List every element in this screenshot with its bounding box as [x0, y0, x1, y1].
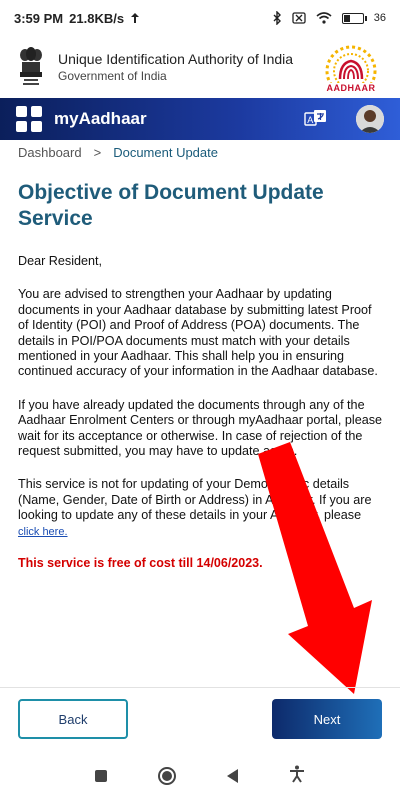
- wifi-icon: [316, 12, 332, 24]
- footer-divider: [0, 687, 400, 688]
- avatar[interactable]: [356, 105, 384, 133]
- org-name: Unique Identification Authority of India: [58, 51, 294, 67]
- recent-apps-icon[interactable]: [95, 770, 108, 782]
- org-subtitle: Government of India: [58, 69, 167, 83]
- aadhaar-logo-text: AADHAAR: [326, 83, 376, 93]
- back-button[interactable]: Back: [18, 699, 128, 739]
- next-button[interactable]: Next: [272, 699, 382, 739]
- accessibility-icon[interactable]: [289, 765, 305, 788]
- greeting: Dear Resident,: [18, 254, 102, 268]
- status-time: 3:59 PM: [14, 10, 64, 26]
- bluetooth-icon: [272, 11, 282, 25]
- breadcrumb-separator: >: [93, 144, 102, 160]
- page-title: Objective of Document Update Service: [18, 181, 324, 230]
- svg-text:A: A: [307, 115, 313, 125]
- uidai-header: Unique Identification Authority of India…: [0, 36, 400, 98]
- breadcrumb: Dashboard > Document Update: [18, 141, 218, 163]
- menu-grid-icon[interactable]: [16, 106, 42, 132]
- upload-icon: [130, 12, 140, 24]
- app-title: myAadhaar: [54, 109, 147, 128]
- home-icon[interactable]: [158, 767, 177, 785]
- sim-off-icon: [292, 12, 306, 24]
- battery-percent: 36: [373, 12, 386, 24]
- breadcrumb-dashboard[interactable]: Dashboard: [18, 145, 82, 160]
- translate-icon[interactable]: A: [302, 107, 330, 131]
- status-bar: 3:59 PM 21.8KB/s 36: [0, 0, 400, 36]
- paragraph-demographic: This service is not for updating of your…: [18, 477, 384, 540]
- battery-icon: [341, 12, 367, 24]
- aadhaar-logo: AADHAAR: [316, 41, 386, 93]
- paragraph-already-updated: If you have already updated the document…: [18, 397, 383, 459]
- free-notice: This service is free of cost till 14/06/…: [18, 556, 263, 571]
- national-emblem-icon: [14, 44, 48, 90]
- network-speed: 21.8KB/s: [69, 10, 125, 26]
- click-here-link[interactable]: click here.: [18, 526, 68, 538]
- system-nav-bar: [0, 752, 400, 800]
- paragraph-demographic-text: This service is not for updating of your…: [18, 477, 372, 523]
- paragraph-strengthen: You are advised to strengthen your Aadha…: [18, 287, 378, 379]
- breadcrumb-current: Document Update: [113, 144, 218, 160]
- app-bar: myAadhaar A: [0, 98, 400, 140]
- nav-back-icon[interactable]: [226, 769, 238, 783]
- main-content: Objective of Document Update Service Dea…: [18, 180, 384, 570]
